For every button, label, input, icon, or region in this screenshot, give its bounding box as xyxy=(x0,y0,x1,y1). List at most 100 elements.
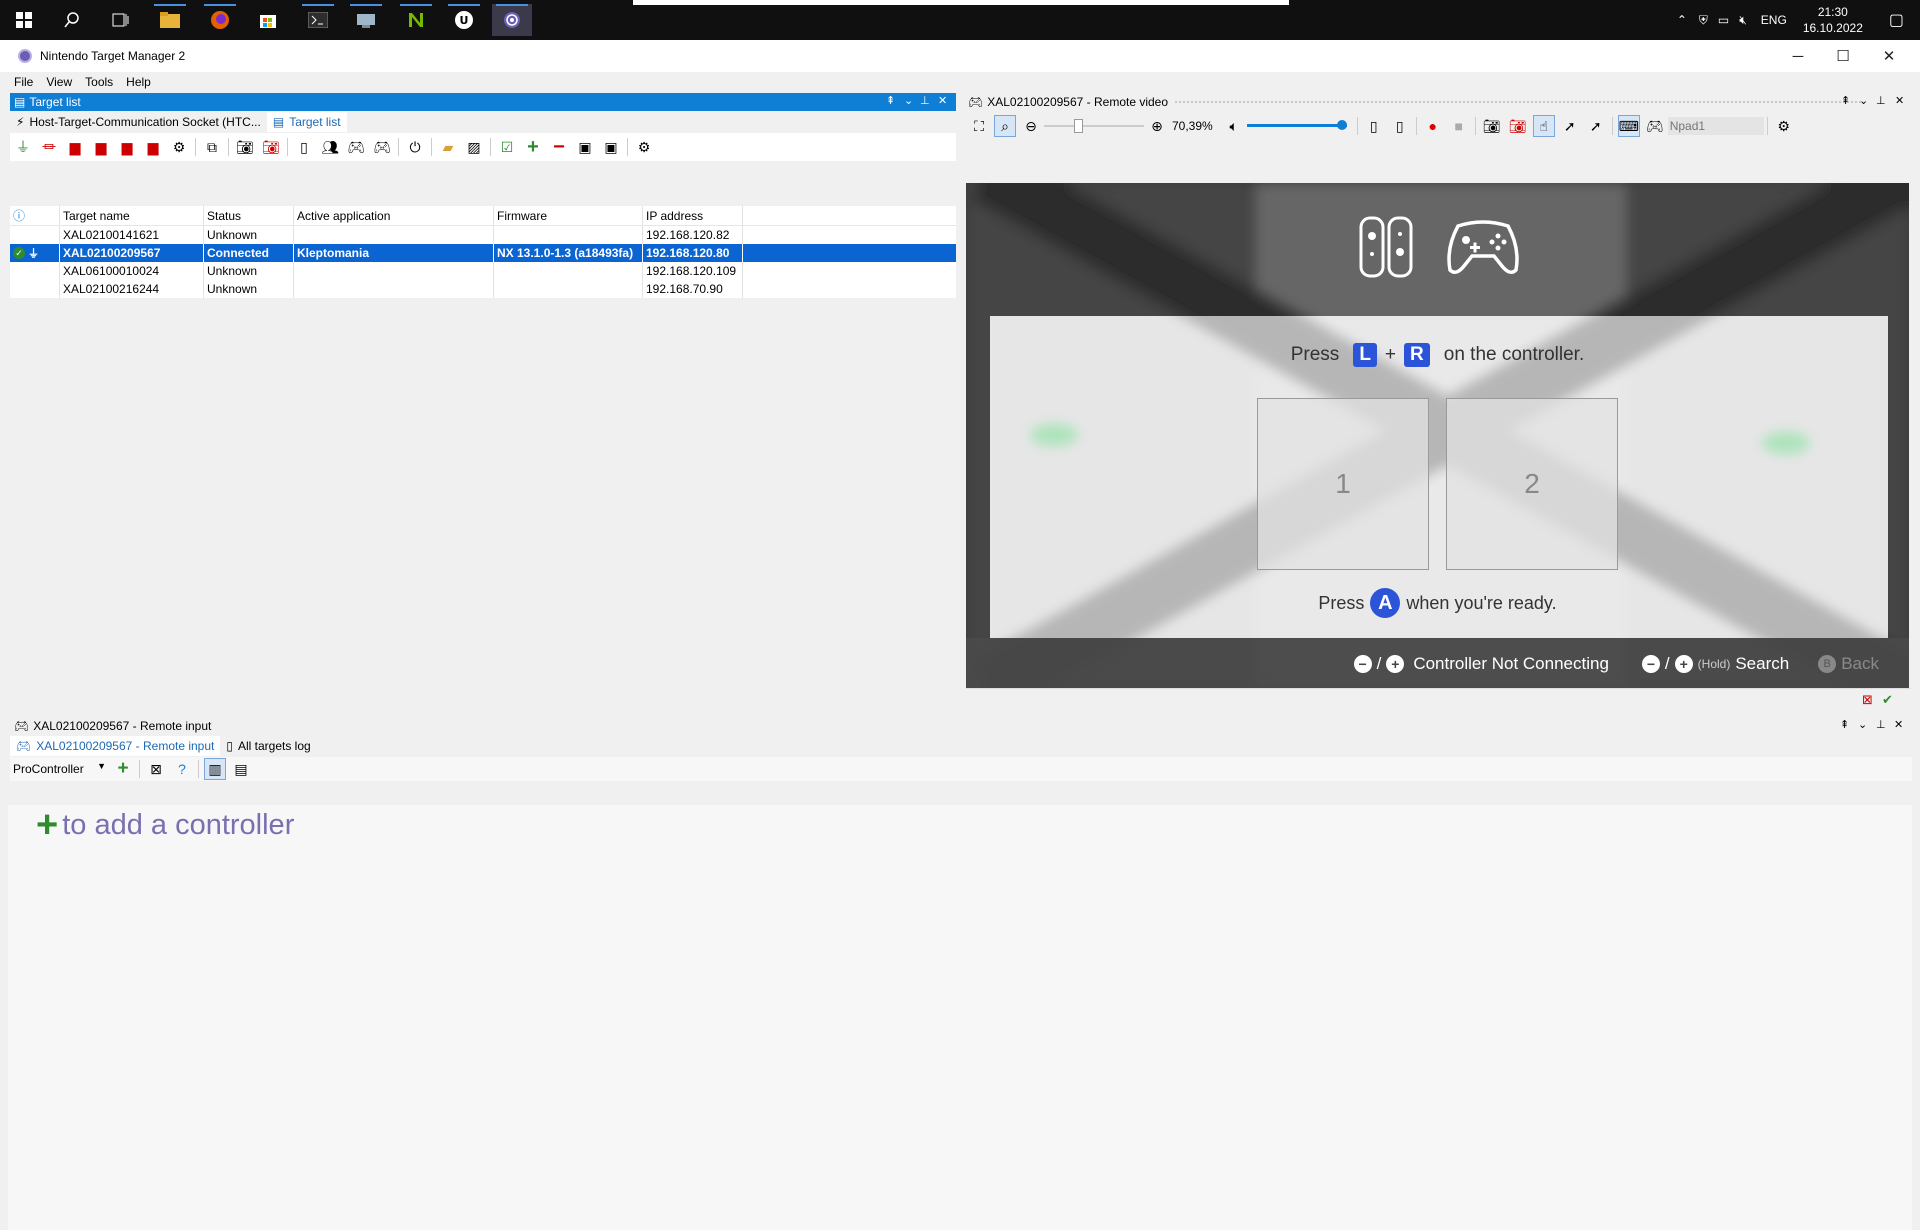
video-settings-icon[interactable]: ⚙ xyxy=(1773,115,1795,137)
search-icon[interactable] xyxy=(52,4,92,36)
log-icon[interactable]: ▯ xyxy=(293,136,315,158)
pane-close-icon[interactable]: ✕ xyxy=(1894,718,1903,731)
zoom-in-icon[interactable]: ⊕ xyxy=(1146,115,1168,137)
security-icon[interactable]: ⛨ xyxy=(1699,13,1708,28)
remove-target-icon[interactable]: − xyxy=(548,136,570,158)
screenshot-icon[interactable]: 📷︎ xyxy=(234,136,256,158)
network-icon[interactable]: ▭ xyxy=(1718,13,1729,27)
unreal-icon[interactable]: U xyxy=(444,4,484,36)
add-green-icon[interactable]: + xyxy=(36,805,58,845)
column-status[interactable]: Status xyxy=(204,206,294,225)
volume-slider-thumb[interactable] xyxy=(1336,120,1347,130)
touch-icon[interactable]: ☝ xyxy=(1532,115,1555,137)
menu-view[interactable]: View xyxy=(40,75,79,89)
fit-icon[interactable]: ⛶ xyxy=(968,115,990,137)
maximize-button[interactable]: ☐ xyxy=(1820,40,1866,72)
zoom-slider[interactable] xyxy=(1044,116,1144,136)
disconnect-video-icon[interactable]: ⊠ xyxy=(1862,692,1873,708)
settings-target-icon[interactable]: ⚙ xyxy=(168,136,190,158)
register-icon[interactable]: ▣ xyxy=(574,136,596,158)
table-row[interactable]: XAL06100010024 Unknown 192.168.120.109 xyxy=(10,262,956,280)
table-row[interactable]: XAL02100141621 Unknown 192.168.120.82 xyxy=(10,226,956,244)
pane-menu-chevron-icon[interactable]: ⌄ xyxy=(904,94,913,107)
nvidia-nsight-icon[interactable] xyxy=(396,4,436,36)
minimize-button[interactable]: ─ xyxy=(1775,40,1821,72)
tab-remote-input[interactable]: 🎮︎ XAL02100209567 - Remote input xyxy=(10,736,221,756)
controller-type-select[interactable]: ProController ▼ xyxy=(10,759,110,779)
disconnect-icon[interactable]: ⏛ xyxy=(38,136,60,158)
remove-controller-icon[interactable]: ⊠ xyxy=(145,758,167,780)
recovery-icon[interactable]: ▆ xyxy=(142,136,164,158)
tab-target-list[interactable]: ▤ Target list xyxy=(266,112,347,132)
rows-layout-icon[interactable]: ▤ xyxy=(230,758,252,780)
columns-layout-icon[interactable]: ▥ xyxy=(204,758,226,780)
gamepad-icon[interactable]: 🎮︎ xyxy=(1644,115,1666,137)
column-ip-address[interactable]: IP address xyxy=(643,206,743,225)
reset-icon[interactable]: ▆ xyxy=(90,136,112,158)
zoom-slider-thumb[interactable] xyxy=(1074,119,1083,133)
pane-pin-icon[interactable]: ⊥ xyxy=(920,94,930,107)
pane-close-icon[interactable]: ✕ xyxy=(938,94,947,107)
verify-icon[interactable]: ☑ xyxy=(496,136,518,158)
volume-muted-icon[interactable]: 🔇︎ xyxy=(1739,13,1747,28)
column-active-application[interactable]: Active application xyxy=(294,206,494,225)
pane-pin-icon[interactable]: ⊥ xyxy=(1876,94,1886,107)
property-icon[interactable]: ▨ xyxy=(463,136,485,158)
close-button[interactable]: ✕ xyxy=(1866,40,1912,72)
folder-icon[interactable]: ▰ xyxy=(437,136,459,158)
pane-autohide-icon[interactable]: ⇞ xyxy=(886,94,895,107)
pane-menu-chevron-icon[interactable]: ⌄ xyxy=(1858,718,1867,731)
flip-icon[interactable]: ▯ xyxy=(1363,115,1385,137)
terminal-icon[interactable] xyxy=(298,4,338,36)
npad-input[interactable] xyxy=(1667,117,1764,135)
task-view-icon[interactable] xyxy=(100,4,140,36)
pane-autohide-icon[interactable]: ⇞ xyxy=(1840,718,1849,731)
notification-icon[interactable]: ▢ xyxy=(1889,10,1904,30)
tab-htc-socket[interactable]: ⚡︎ Host-Target-Communication Socket (HTC… xyxy=(10,112,267,132)
unregister-icon[interactable]: ▣ xyxy=(600,136,622,158)
tab-all-targets-log[interactable]: ▯ All targets log xyxy=(220,736,316,756)
language-indicator[interactable]: ENG xyxy=(1761,13,1787,27)
clock[interactable]: 21:30 16.10.2022 xyxy=(1803,4,1863,36)
remote-input-icon[interactable]: 🎮︎ xyxy=(371,136,393,158)
pane-autohide-icon[interactable]: ⇞ xyxy=(1841,94,1850,107)
file-explorer-icon[interactable] xyxy=(150,4,190,36)
add-target-icon[interactable]: + xyxy=(522,136,544,158)
windows-start-icon[interactable] xyxy=(4,4,44,36)
capture-video-icon[interactable]: 📷︎ xyxy=(260,136,282,158)
device-manager-icon[interactable] xyxy=(346,4,386,36)
info-icon[interactable]: ⓘ xyxy=(10,206,60,225)
menu-tools[interactable]: Tools xyxy=(79,75,120,89)
zoom-fit-icon[interactable]: ⌕ xyxy=(994,115,1016,137)
pane-pin-icon[interactable]: ⊥ xyxy=(1876,718,1886,731)
options-icon[interactable]: ⚙ xyxy=(633,136,655,158)
firefox-icon[interactable] xyxy=(200,4,240,36)
remote-video-screen[interactable]: Press L + R on the controller. 1 2 Press… xyxy=(966,183,1909,688)
stop-icon[interactable]: ■ xyxy=(1448,115,1470,137)
menu-help[interactable]: Help xyxy=(120,75,158,89)
power-menu-icon[interactable]: ⏻ xyxy=(404,136,426,158)
table-row-selected[interactable]: ✓ ⏚ XAL02100209567 Connected Kleptomania… xyxy=(10,244,956,262)
menu-file[interactable]: File xyxy=(8,75,40,89)
zoom-out-icon[interactable]: ⊖ xyxy=(1020,115,1042,137)
add-controller-icon[interactable]: + xyxy=(112,758,134,780)
column-firmware[interactable]: Firmware xyxy=(494,206,643,225)
record-icon[interactable]: ● xyxy=(1422,115,1444,137)
reboot-icon[interactable]: ▆ xyxy=(116,136,138,158)
capture-icon[interactable]: 📷︎ xyxy=(1507,115,1529,137)
target-manager-icon[interactable] xyxy=(492,4,532,36)
rotate-icon[interactable]: ▯ xyxy=(1389,115,1411,137)
chevron-up-icon[interactable]: ⌃ xyxy=(1677,13,1687,27)
screenshot-icon[interactable]: 📷︎ xyxy=(1481,115,1503,137)
pane-menu-chevron-icon[interactable]: ⌄ xyxy=(1859,94,1868,107)
store-icon[interactable] xyxy=(248,4,288,36)
users-icon[interactable]: 👥︎ xyxy=(319,136,341,158)
help-icon[interactable]: ? xyxy=(171,758,193,780)
gamepad-icon[interactable]: 🎮︎ xyxy=(345,136,367,158)
keyboard-icon[interactable]: ⌨ xyxy=(1617,115,1640,137)
volume-slider[interactable] xyxy=(1246,116,1347,136)
power-off-icon[interactable]: ▆ xyxy=(64,136,86,158)
cursor-off-icon[interactable]: ➚ xyxy=(1585,115,1607,137)
column-target-name[interactable]: Target name xyxy=(60,206,204,225)
copy-icon[interactable]: ⧉ xyxy=(201,136,223,158)
